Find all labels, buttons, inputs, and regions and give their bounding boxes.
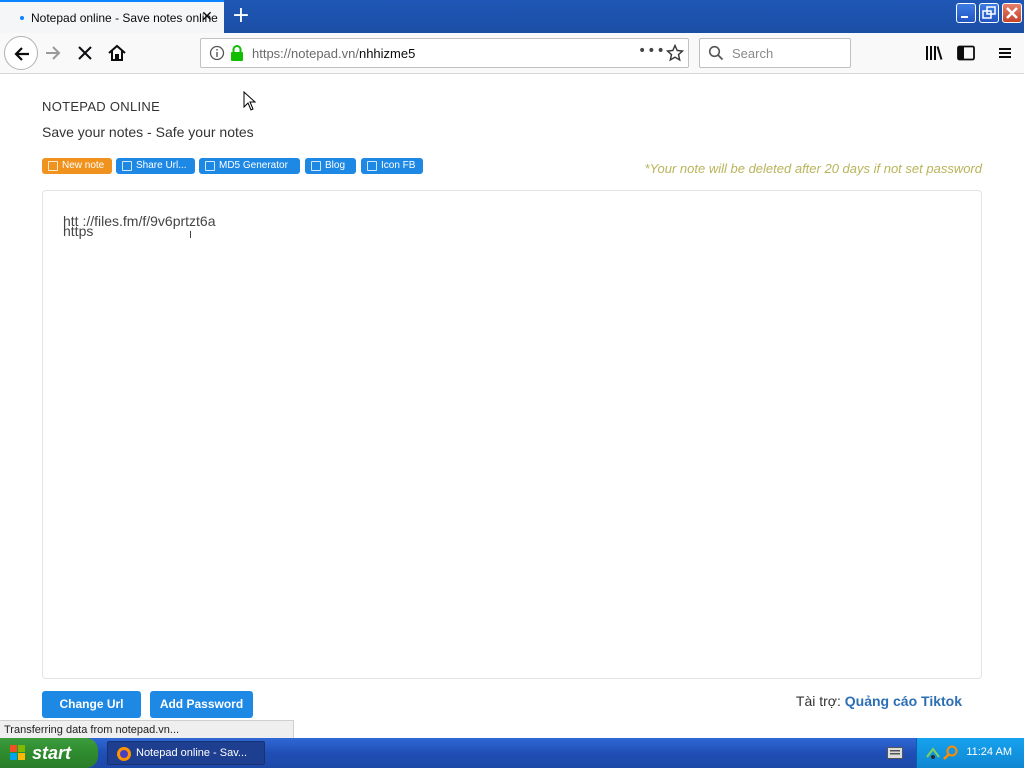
clock: 11:24 AM [966, 746, 1012, 758]
blog-label: Blog [325, 160, 346, 171]
taskbar-item-label: Notepad online - Sav... [136, 747, 248, 759]
new-note-label: New note [62, 160, 105, 171]
blog-icon [311, 161, 321, 171]
restore-button[interactable] [979, 3, 999, 23]
sponsor-label: Tài trợ: [795, 693, 841, 709]
share-url-label: Share Url... [136, 160, 187, 171]
stop-loading-button[interactable] [70, 38, 100, 68]
menu-icon[interactable] [997, 45, 1013, 61]
md5-generator-label: MD5 Generator [219, 160, 288, 171]
system-tray: 11:24 AM [916, 738, 1024, 768]
url-path: nhhizme5 [358, 46, 416, 61]
add-password-button[interactable]: Add Password [150, 691, 253, 718]
app-subtitle: Save your notes - Safe your notes [42, 124, 254, 140]
minimize-button[interactable] [956, 3, 976, 23]
mouse-pointer-icon [243, 91, 257, 111]
tab-strip: Notepad online - Save notes online ✕ + [0, 0, 1024, 33]
navigation-bar: https://notepad.vn/nhhizme5 ••• Search [0, 33, 1024, 74]
home-button[interactable] [102, 38, 132, 68]
url-bar[interactable]: https://notepad.vn/nhhizme5 ••• [200, 38, 689, 68]
share-url-button[interactable]: Share Url... [116, 158, 195, 174]
keyboard-icon[interactable] [887, 747, 903, 759]
sidebar-icon[interactable] [957, 45, 975, 61]
library-icon[interactable] [925, 45, 943, 61]
search-bar[interactable]: Search [699, 38, 851, 68]
screen: Notepad online - Save notes online ✕ + h… [0, 0, 1024, 768]
start-button[interactable]: start [0, 738, 98, 768]
url-text[interactable]: https://notepad.vn/nhhizme5 [252, 46, 415, 61]
minimize-icon [961, 16, 968, 18]
back-button[interactable] [4, 36, 38, 70]
start-label: start [32, 743, 72, 763]
windows-logo-icon [10, 745, 25, 760]
md5-generator-button[interactable]: MD5 Generator [199, 158, 300, 174]
sponsor-link[interactable]: Quảng cáo Tiktok [845, 693, 962, 709]
icon-fb-button[interactable]: Icon FB [361, 158, 423, 174]
icon-fb-label: Icon FB [381, 160, 416, 171]
info-icon[interactable] [209, 45, 225, 61]
tab-title: Notepad online - Save notes online [31, 11, 218, 25]
page-content: NOTEPAD ONLINE Save your notes - Safe yo… [0, 74, 1024, 720]
new-tab-button[interactable]: + [228, 3, 254, 29]
home-icon [108, 44, 126, 61]
search-icon [708, 45, 724, 61]
loading-indicator-icon [20, 16, 24, 20]
bookmark-star-icon[interactable] [666, 44, 684, 62]
network-icon[interactable] [925, 745, 941, 761]
forward-button[interactable] [38, 38, 68, 68]
app-title: NOTEPAD ONLINE [42, 99, 161, 114]
taskbar-item-firefox[interactable]: Notepad online - Sav... [107, 741, 265, 765]
note-editor[interactable]: htt ://files.fm/f/9v6prtzt6a https [42, 190, 982, 679]
forward-arrow-icon [46, 46, 61, 60]
close-icon [1006, 7, 1018, 19]
smiley-icon [367, 161, 377, 171]
status-bar: Transferring data from notepad.vn... [0, 720, 294, 738]
deletion-warning: *Your note will be deleted after 20 days… [644, 161, 982, 176]
share-icon [122, 161, 132, 171]
note-text-line-2[interactable]: https [63, 223, 93, 239]
text-cursor [190, 231, 191, 238]
restore-icon [982, 6, 996, 19]
blog-button[interactable]: Blog [305, 158, 356, 174]
hash-icon [205, 161, 215, 171]
new-note-button[interactable]: New note [42, 158, 112, 174]
url-base: https://notepad.vn/ [252, 46, 359, 61]
firefox-icon [117, 747, 131, 761]
page-actions-icon[interactable]: ••• [638, 43, 666, 59]
taskbar: start Notepad online - Sav... 11:24 AM [0, 738, 1024, 768]
sponsor-line: Tài trợ: Quảng cáo Tiktok [796, 693, 962, 709]
close-window-button[interactable] [1002, 3, 1022, 23]
back-arrow-icon [14, 47, 29, 61]
tab-notepad[interactable]: Notepad online - Save notes online ✕ [0, 0, 224, 33]
stop-icon [78, 46, 92, 60]
change-url-button[interactable]: Change Url [42, 691, 141, 718]
note-icon [48, 161, 58, 171]
search-placeholder: Search [732, 46, 774, 61]
close-tab-icon[interactable]: ✕ [200, 10, 214, 24]
lock-icon[interactable] [230, 45, 244, 61]
magnifier-icon[interactable] [943, 745, 959, 761]
